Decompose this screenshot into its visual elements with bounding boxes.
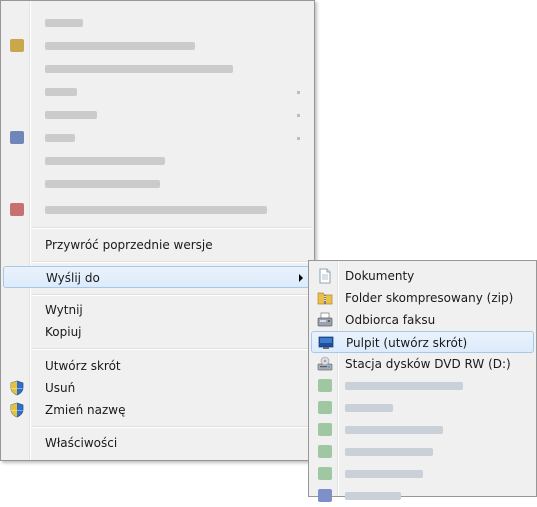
obscured-text — [45, 42, 195, 50]
menu-item-label: Folder skompresowany (zip) — [345, 291, 514, 305]
menu-item-label: Stacja dysków DVD RW (D:) — [345, 357, 511, 371]
obscured-text — [45, 134, 75, 142]
obscured-text — [45, 88, 77, 96]
send-to-documents[interactable]: Dokumenty — [311, 265, 534, 287]
send-to-desktop-shortcut[interactable]: Pulpit (utwórz skrót) — [311, 331, 534, 353]
menu-item-send-to[interactable]: Wyślij do — [3, 266, 312, 288]
obscured-text — [345, 382, 463, 390]
desktop-icon — [318, 336, 334, 349]
submenu-indicator — [297, 114, 300, 117]
obscured-menu-item[interactable] — [3, 58, 312, 80]
obscured-submenu-item[interactable] — [311, 441, 534, 463]
menu-item-rename[interactable]: Zmień nazwę — [3, 399, 312, 421]
menu-item-label: Utwórz skrót — [45, 359, 121, 373]
send-to-dvd-drive[interactable]: Stacja dysków DVD RW (D:) — [311, 353, 534, 375]
obscured-submenu-item[interactable] — [311, 397, 534, 419]
obscured-text — [45, 111, 97, 119]
submenu-indicator — [297, 91, 300, 94]
obscured-icon — [10, 131, 24, 144]
obscured-text — [45, 180, 160, 188]
obscured-text — [345, 470, 423, 478]
menu-item-label: Odbiorca faksu — [345, 313, 436, 327]
obscured-submenu-item[interactable] — [311, 485, 534, 507]
menu-item-copy[interactable]: Kopiuj — [3, 321, 312, 343]
send-to-zip-folder[interactable]: Folder skompresowany (zip) — [311, 287, 534, 309]
obscured-icon — [318, 401, 332, 414]
zip-folder-icon — [317, 292, 333, 305]
obscured-text — [345, 426, 443, 434]
menu-separator — [32, 227, 312, 229]
obscured-text — [45, 65, 233, 73]
send-to-submenu: Dokumenty Folder skompresowany (zip) Odb… — [308, 260, 537, 502]
obscured-menu-item[interactable] — [3, 12, 312, 34]
obscured-menu-item[interactable] — [3, 81, 312, 103]
obscured-text — [45, 206, 267, 214]
menu-item-label: Pulpit (utwórz skrót) — [346, 336, 468, 350]
menu-item-label: Dokumenty — [345, 269, 415, 283]
obscured-text — [45, 157, 165, 165]
obscured-menu-item[interactable] — [3, 199, 312, 221]
menu-separator — [32, 426, 312, 428]
obscured-submenu-item[interactable] — [311, 419, 534, 441]
obscured-menu-item[interactable] — [3, 104, 312, 126]
uac-shield-icon — [10, 380, 24, 396]
obscured-menu-item[interactable] — [3, 127, 312, 149]
obscured-icon — [318, 489, 332, 502]
uac-shield-icon — [10, 402, 24, 418]
menu-item-label: Przywróć poprzednie wersje — [45, 238, 213, 252]
document-icon — [319, 268, 331, 284]
obscured-text — [345, 448, 433, 456]
obscured-icon — [10, 203, 24, 216]
menu-separator — [32, 348, 312, 350]
obscured-text — [345, 404, 393, 412]
obscured-icon — [318, 423, 332, 436]
fax-icon — [317, 312, 333, 327]
obscured-submenu-item[interactable] — [311, 463, 534, 485]
obscured-text — [45, 19, 83, 27]
dvd-drive-icon — [317, 356, 333, 371]
obscured-menu-item[interactable] — [3, 173, 312, 195]
obscured-text — [345, 492, 401, 500]
menu-item-properties[interactable]: Właściwości — [3, 432, 312, 454]
menu-item-label: Wytnij — [45, 303, 83, 317]
menu-item-restore-previous-versions[interactable]: Przywróć poprzednie wersje — [3, 234, 312, 256]
send-to-fax-recipient[interactable]: Odbiorca faksu — [311, 309, 534, 331]
obscured-menu-item[interactable] — [3, 150, 312, 172]
menu-separator — [32, 261, 312, 263]
obscured-icon — [318, 467, 332, 480]
menu-item-delete[interactable]: Usuń — [3, 377, 312, 399]
context-menu: Przywróć poprzednie wersje Wyślij do Wyt… — [0, 0, 315, 461]
menu-item-label: Właściwości — [45, 436, 118, 450]
menu-item-create-shortcut[interactable]: Utwórz skrót — [3, 355, 312, 377]
obscured-submenu-item[interactable] — [311, 375, 534, 397]
menu-item-label: Zmień nazwę — [45, 403, 126, 417]
menu-item-label: Usuń — [45, 381, 76, 395]
obscured-icon — [318, 445, 332, 458]
obscured-menu-item[interactable] — [3, 35, 312, 57]
menu-item-label: Wyślij do — [46, 271, 100, 285]
menu-separator — [32, 294, 312, 296]
obscured-icon — [10, 39, 24, 52]
menu-item-cut[interactable]: Wytnij — [3, 299, 312, 321]
submenu-arrow-icon — [299, 274, 303, 282]
menu-item-label: Kopiuj — [45, 325, 82, 339]
obscured-icon — [318, 379, 332, 392]
submenu-indicator — [297, 137, 300, 140]
